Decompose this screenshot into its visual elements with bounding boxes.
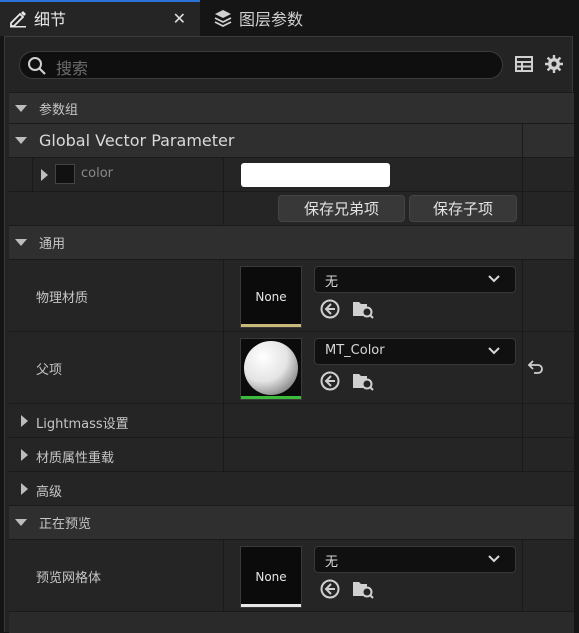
section-global-vector[interactable]: Global Vector Parameter [9,123,574,157]
column-divider [223,192,224,225]
chevron-down-icon [15,519,27,526]
close-icon[interactable]: ✕ [173,9,186,28]
search-icon [27,56,47,79]
preview-mesh-row: 预览网格体 None 无 [9,539,574,611]
preview-mesh-label: 预览网格体 [36,571,102,586]
column-divider [522,540,523,611]
chevron-right-icon[interactable] [41,169,48,181]
parent-value: MT_Color [325,343,385,358]
pencil-icon [8,8,28,28]
preview-mesh-dropdown[interactable]: 无 [314,546,516,573]
use-selected-icon[interactable] [319,298,341,323]
checkbox[interactable] [55,164,75,184]
phys-material-thumb-text: None [255,290,287,304]
tab-layer-params-label: 图层参数 [239,10,304,29]
phys-material-dropdown[interactable]: 无 [314,266,516,293]
section-param-group-label: 参数组 [39,102,79,118]
preview-mesh-value: 无 [325,555,339,570]
indent-divider [32,158,33,191]
section-param-group[interactable]: 参数组 [9,92,574,123]
column-divider [223,404,224,437]
color-param-row: color [9,157,574,191]
column-divider [522,260,523,331]
tab-details-label: 细节 [34,10,67,29]
gear-icon[interactable] [544,54,564,77]
asset-type-bar [241,604,301,607]
material-sphere-icon [244,341,298,395]
column-divider [522,158,523,191]
section-global-vector-label: Global Vector Parameter [39,131,235,150]
use-selected-icon[interactable] [319,370,341,395]
chevron-right-icon [21,415,28,427]
chevron-down-icon [15,239,27,246]
chevron-down-icon [487,272,501,290]
chevron-down-icon [15,137,27,144]
color-param-label: color [81,166,114,181]
column-divider [223,438,224,471]
chevron-down-icon [15,104,27,112]
search-input[interactable]: 搜索 [19,51,503,79]
column-divider [522,332,523,403]
section-advanced[interactable]: 高级 [9,471,574,505]
panel-footer [9,611,574,633]
tab-details[interactable]: 细节 ✕ [0,0,200,36]
chevron-right-icon [21,483,28,495]
phys-material-label: 物理材质 [36,291,89,306]
preview-mesh-thumb-text: None [255,570,287,584]
parent-label: 父项 [36,363,63,378]
column-divider [522,438,523,471]
section-advanced-label: 高级 [36,485,63,500]
phys-material-value: 无 [325,275,339,290]
phys-material-thumbnail[interactable]: None [240,266,302,328]
reset-to-default-icon[interactable] [527,358,545,379]
chevron-down-icon [487,344,501,362]
parent-thumbnail[interactable] [240,338,302,400]
section-previewing-label: 正在预览 [39,517,92,532]
chevron-down-icon [487,552,501,570]
browse-folder-icon[interactable] [351,298,375,323]
section-material-override[interactable]: 材质属性重载 [9,437,574,471]
column-divider [522,124,523,157]
phys-material-row: 物理材质 None 无 [9,259,574,331]
section-general[interactable]: 通用 [9,225,574,259]
details-panel: 搜索 参数组 Global Vector Parameter color 保存兄… [4,36,574,633]
parent-dropdown[interactable]: MT_Color [314,338,516,365]
save-buttons-row: 保存兄弟项 保存子项 [9,191,574,225]
column-divider [223,260,224,331]
search-placeholder: 搜索 [56,59,89,78]
column-divider [223,332,224,403]
asset-type-bar [241,396,301,399]
tab-bar: 细节 ✕ 图层参数 [0,0,579,36]
section-lightmass[interactable]: Lightmass设置 [9,403,574,437]
table-view-icon[interactable] [514,54,534,77]
color-value-swatch[interactable] [241,163,390,187]
browse-folder-icon[interactable] [351,370,375,395]
column-divider [223,540,224,611]
asset-type-bar [241,324,301,327]
layers-icon [213,8,233,28]
save-child-button[interactable]: 保存子项 [409,195,517,222]
use-selected-icon[interactable] [319,578,341,603]
parent-row: 父项 MT_Color [9,331,574,403]
section-material-override-label: 材质属性重载 [36,451,115,466]
column-divider [522,404,523,437]
browse-folder-icon[interactable] [351,578,375,603]
section-general-label: 通用 [39,237,66,252]
column-divider [522,192,523,225]
column-divider [223,158,224,191]
chevron-right-icon [21,449,28,461]
section-lightmass-label: Lightmass设置 [36,417,129,432]
section-previewing[interactable]: 正在预览 [9,505,574,539]
tab-layer-params[interactable]: 图层参数 [205,0,405,36]
preview-mesh-thumbnail[interactable]: None [240,546,302,608]
save-sibling-button[interactable]: 保存兄弟项 [278,195,405,222]
